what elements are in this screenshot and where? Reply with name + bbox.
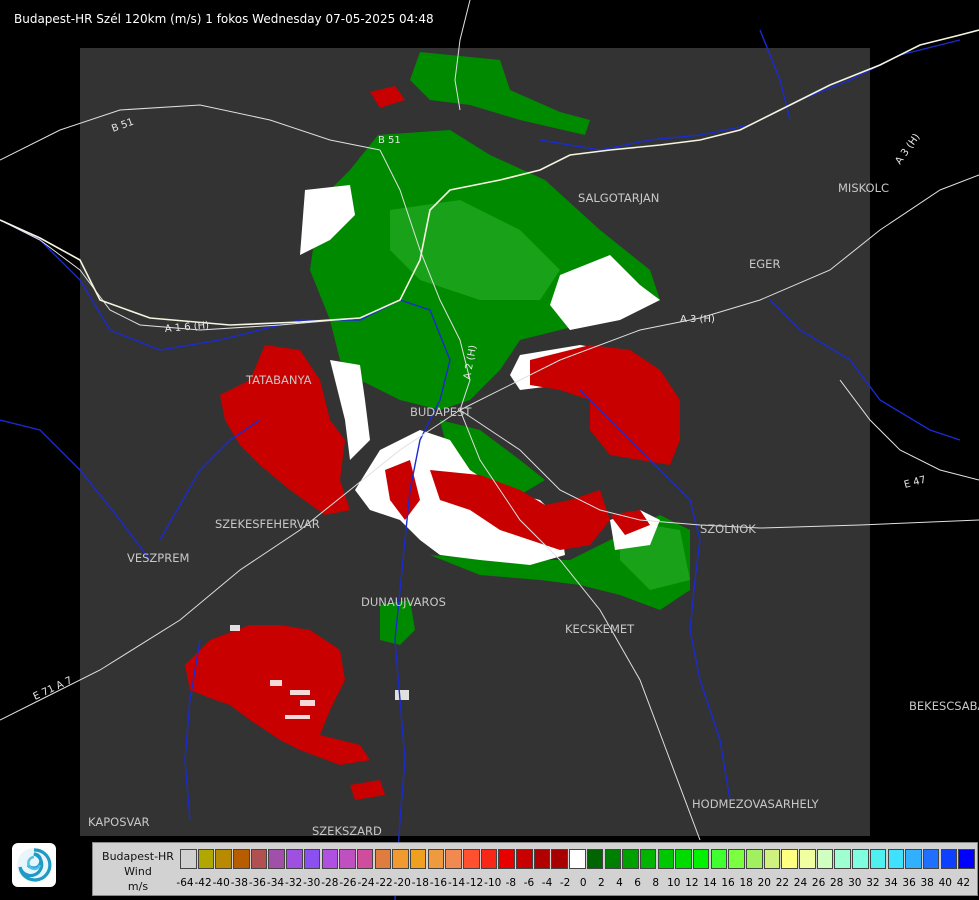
radar-map[interactable]: SALGOTARJAN MISKOLC EGER TATABANYA BUDAP… [0, 0, 979, 900]
legend-swatch [180, 849, 197, 869]
legend-swatch [533, 849, 551, 869]
legend-swatch [639, 849, 657, 869]
legend-swatch [922, 849, 940, 869]
city-label: KECSKEMET [565, 622, 635, 636]
legend-swatch [940, 849, 958, 869]
legend-swatch [728, 849, 745, 869]
legend-swatch [392, 849, 409, 869]
legend-swatch [250, 849, 268, 869]
legend-swatch [569, 849, 586, 869]
legend-swatch [675, 849, 692, 869]
city-label: SALGOTARJAN [578, 191, 659, 205]
legend-swatch [657, 849, 675, 869]
city-label: TATABANYA [245, 373, 312, 387]
city-label: BEKESCSABA [909, 699, 979, 713]
page-title: Budapest-HR Szél 120km (m/s) 1 fokos Wed… [14, 12, 434, 26]
city-label: SZEKESFEHERVAR [215, 517, 320, 531]
legend-swatch [321, 849, 338, 869]
legend-swatch [233, 849, 250, 869]
city-label: DUNAUJVAROS [361, 595, 446, 609]
road-label: B 51 [378, 135, 401, 146]
city-label: HODMEZOVASARHELY [692, 797, 820, 811]
legend-swatch [498, 849, 515, 869]
legend-swatch [480, 849, 498, 869]
legend-swatch [905, 849, 922, 869]
legend-swatch [374, 849, 392, 869]
legend-swatch [869, 849, 887, 869]
city-label: VESZPREM [127, 551, 189, 565]
city-label: EGER [749, 257, 780, 271]
legend-swatch [268, 849, 285, 869]
legend-swatch [763, 849, 781, 869]
legend-swatch [834, 849, 851, 869]
legend-swatch [622, 849, 639, 869]
legend-swatch [445, 849, 462, 869]
legend-swatch [215, 849, 232, 869]
legend-source-label: Budapest-HR [102, 850, 174, 863]
legend-swatch [339, 849, 356, 869]
city-label: BUDAPEST [410, 405, 472, 419]
omsz-swirl-icon [12, 843, 56, 887]
legend-swatch [958, 849, 975, 869]
city-label: KAPOSVAR [88, 815, 149, 829]
legend-swatch [463, 849, 480, 869]
city-label: SZOLNOK [700, 522, 756, 536]
legend-swatch [692, 849, 710, 869]
legend-swatch [604, 849, 621, 869]
legend-swatch [286, 849, 303, 869]
legend-swatch [516, 849, 533, 869]
road-label: A 3 (H) [680, 314, 715, 325]
city-label: MISKOLC [838, 181, 889, 195]
legend-swatch [427, 849, 445, 869]
wind-legend: Budapest-HR Wind m/s -64 -42 -40 -38 -36 -34-… [92, 842, 978, 896]
legend-swatch [887, 849, 904, 869]
legend-swatch [409, 849, 427, 869]
legend-tick: 42 [956, 877, 971, 889]
legend-swatch [197, 849, 215, 869]
legend-swatch [852, 849, 869, 869]
legend-color-scale [180, 849, 976, 871]
legend-swatch [799, 849, 816, 869]
city-label: SZEKSZARD [312, 824, 382, 838]
legend-swatch [710, 849, 728, 869]
legend-swatch [303, 849, 321, 869]
legend-swatch [586, 849, 604, 869]
legend-swatch [356, 849, 374, 869]
legend-swatch [816, 849, 834, 869]
legend-swatch [781, 849, 798, 869]
legend-swatch [551, 849, 568, 869]
legend-swatch [746, 849, 763, 869]
